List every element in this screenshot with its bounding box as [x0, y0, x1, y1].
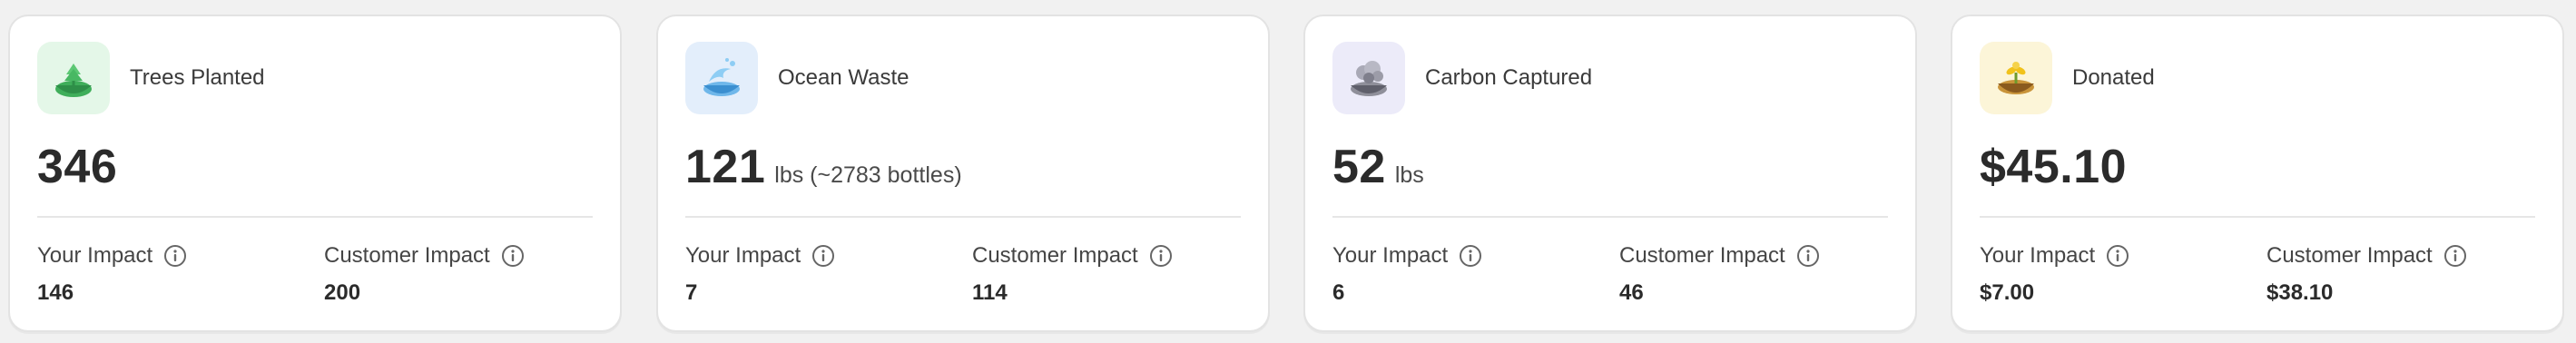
your-impact-metric: Your Impact 7	[685, 243, 835, 306]
metric-label-row: Customer Impact	[2266, 243, 2467, 269]
tree-bowl-icon	[37, 42, 110, 114]
metric-label-row: Customer Impact	[1619, 243, 1820, 269]
customer-impact-value: 46	[1619, 280, 1644, 305]
metric-label-row: Customer Impact	[324, 243, 525, 269]
metric-label-row: Your Impact	[37, 243, 187, 269]
customer-impact-value: 114	[972, 280, 1008, 305]
card-value: $45.10	[1980, 141, 2128, 193]
card-value: 121	[685, 141, 766, 193]
impact-card-ocean-waste: Ocean Waste 121 lbs (~2783 bottles) Your…	[656, 15, 1270, 332]
info-icon[interactable]	[811, 244, 835, 268]
your-impact-value: 7	[685, 280, 698, 305]
metric-label-row: Your Impact	[1980, 243, 2129, 269]
card-title: Carbon Captured	[1425, 65, 1593, 90]
customer-impact-metric: Customer Impact 200	[324, 243, 525, 306]
metric-label-row: Your Impact	[1332, 243, 1482, 269]
your-impact-metric: Your Impact $7.00	[1980, 243, 2129, 306]
metric-label-row: Your Impact	[685, 243, 835, 269]
info-icon[interactable]	[2106, 244, 2129, 268]
your-impact-metric: Your Impact 6	[1332, 243, 1482, 306]
impact-card-trees-planted: Trees Planted 346 Your Impact 146 Custom…	[8, 15, 622, 332]
customer-impact-value: $38.10	[2266, 280, 2334, 305]
card-title: Trees Planted	[130, 65, 265, 90]
impact-card-donated: Donated $45.10 Your Impact $7.00 Custome…	[1951, 15, 2564, 332]
divider	[1332, 216, 1888, 218]
card-value-line: $45.10	[1980, 140, 2136, 194]
your-impact-label: Your Impact	[1332, 243, 1449, 268]
carbon-cloud-icon	[1332, 42, 1405, 114]
info-icon[interactable]	[501, 244, 525, 268]
customer-impact-metric: Customer Impact 114	[972, 243, 1173, 306]
donation-bowl-icon	[1980, 42, 2052, 114]
your-impact-label: Your Impact	[37, 243, 153, 268]
card-value-line: 346	[37, 140, 126, 194]
divider	[37, 216, 593, 218]
customer-impact-label: Customer Impact	[1619, 243, 1785, 268]
card-title: Donated	[2072, 65, 2155, 90]
customer-impact-label: Customer Impact	[972, 243, 1138, 268]
customer-impact-metric: Customer Impact $38.10	[2266, 243, 2467, 306]
metric-label-row: Customer Impact	[972, 243, 1173, 269]
card-title: Ocean Waste	[778, 65, 909, 90]
card-header: Trees Planted	[37, 42, 265, 114]
your-impact-value: 6	[1332, 280, 1345, 305]
info-icon[interactable]	[1796, 244, 1820, 268]
your-impact-value: 146	[37, 280, 74, 305]
card-header: Donated	[1980, 42, 2155, 114]
your-impact-metric: Your Impact 146	[37, 243, 187, 306]
card-value: 52	[1332, 141, 1386, 193]
card-value: 346	[37, 141, 118, 193]
info-icon[interactable]	[1149, 244, 1173, 268]
divider	[1980, 216, 2535, 218]
your-impact-value: $7.00	[1980, 280, 2035, 305]
info-icon[interactable]	[1459, 244, 1482, 268]
card-header: Carbon Captured	[1332, 42, 1592, 114]
ocean-wave-icon	[685, 42, 758, 114]
info-icon[interactable]	[2443, 244, 2467, 268]
your-impact-label: Your Impact	[685, 243, 801, 268]
customer-impact-label: Customer Impact	[324, 243, 490, 268]
customer-impact-metric: Customer Impact 46	[1619, 243, 1820, 306]
card-unit: lbs (~2783 bottles)	[774, 162, 962, 188]
customer-impact-label: Customer Impact	[2266, 243, 2433, 268]
divider	[685, 216, 1241, 218]
impact-cards-row: Trees Planted 346 Your Impact 146 Custom…	[0, 0, 2576, 343]
card-unit: lbs	[1394, 162, 1424, 188]
customer-impact-value: 200	[324, 280, 361, 305]
your-impact-label: Your Impact	[1980, 243, 2096, 268]
info-icon[interactable]	[163, 244, 187, 268]
card-value-line: 52 lbs	[1332, 140, 1424, 194]
card-header: Ocean Waste	[685, 42, 909, 114]
card-value-line: 121 lbs (~2783 bottles)	[685, 140, 962, 194]
impact-card-carbon-captured: Carbon Captured 52 lbs Your Impact 6 Cus…	[1303, 15, 1917, 332]
